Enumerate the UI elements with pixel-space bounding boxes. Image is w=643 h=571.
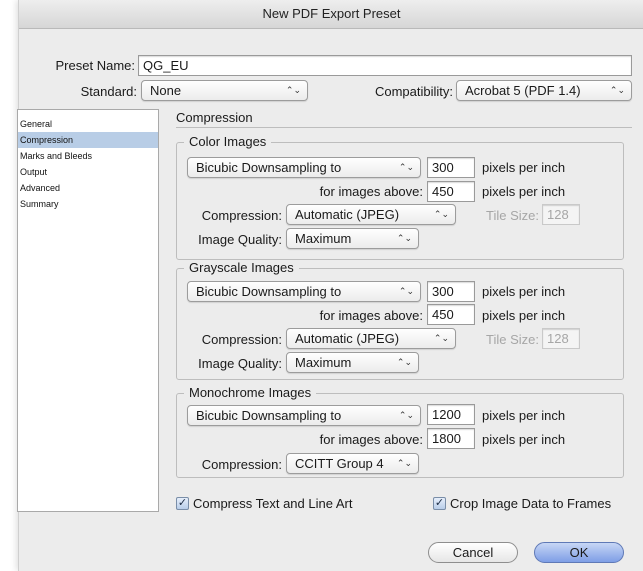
sidebar-item-general[interactable]: General [18,116,158,132]
chevron-updown-icon: ⌃⌄ [396,233,412,243]
color-above-label: for images above: [319,184,423,199]
gray-quality-value: Maximum [295,355,352,370]
crop-image-label: Crop Image Data to Frames [450,496,612,511]
sidebar-nav: General Compression Marks and Bleeds Out… [17,109,159,512]
sidebar-item-compression[interactable]: Compression [18,132,158,148]
ok-button[interactable]: OK [534,542,624,563]
gray-quality-select[interactable]: Maximum ⌃⌄ [286,352,419,373]
gray-above-label: for images above: [319,308,423,323]
standard-label: Standard: [80,84,137,99]
mono-downsample-select[interactable]: Bicubic Downsampling to ⌃⌄ [187,405,421,426]
mono-downsample-value: Bicubic Downsampling to [196,408,342,423]
mono-ppi-field[interactable]: 1200 [427,404,475,425]
crop-image-checkbox[interactable]: ✓ [433,497,446,510]
color-images-title: Color Images [184,134,272,150]
gray-above-unit: pixels per inch [482,308,566,323]
color-compression-label: Compression: [201,208,282,223]
chevron-updown-icon: ⌃⌄ [398,286,414,296]
chevron-updown-icon: ⌃⌄ [396,357,412,367]
preset-name-field[interactable]: QG_EU [138,55,632,76]
gray-compression-value: Automatic (JPEG) [295,331,400,346]
gray-quality-label: Image Quality: [198,356,282,371]
mono-compression-select[interactable]: CCITT Group 4 ⌃⌄ [286,453,419,474]
sidebar-item-summary[interactable]: Summary [18,196,158,212]
preset-name-label: Preset Name: [55,58,135,73]
chevron-updown-icon: ⌃⌄ [285,85,301,95]
color-above-unit: pixels per inch [482,184,566,199]
compress-text-label: Compress Text and Line Art [193,496,353,511]
color-compression-select[interactable]: Automatic (JPEG) ⌃⌄ [286,204,456,225]
gray-tile-label: Tile Size: [486,332,539,347]
chevron-updown-icon: ⌃⌄ [396,458,412,468]
color-quality-label: Image Quality: [198,232,282,247]
mono-compression-value: CCITT Group 4 [295,456,384,471]
chevron-updown-icon: ⌃⌄ [398,410,414,420]
panel-title: Compression [176,110,253,125]
cancel-button[interactable]: Cancel [428,542,518,563]
compress-text-checkbox[interactable]: ✓ [176,497,189,510]
standard-select[interactable]: None ⌃⌄ [141,80,308,101]
monochrome-images-title: Monochrome Images [184,385,317,401]
chevron-updown-icon: ⌃⌄ [398,162,414,172]
chevron-updown-icon: ⌃⌄ [433,209,449,219]
mono-above-field[interactable]: 1800 [427,428,475,449]
mono-ppi-unit: pixels per inch [482,408,566,423]
gray-downsample-select[interactable]: Bicubic Downsampling to ⌃⌄ [187,281,421,302]
chevron-updown-icon: ⌃⌄ [609,85,625,95]
color-compression-value: Automatic (JPEG) [295,207,400,222]
standard-select-value: None [150,83,182,98]
color-downsample-select[interactable]: Bicubic Downsampling to ⌃⌄ [187,157,421,178]
color-ppi-field[interactable]: 300 [427,157,475,178]
mono-compression-label: Compression: [201,457,282,472]
sidebar-item-advanced[interactable]: Advanced [18,180,158,196]
color-downsample-value: Bicubic Downsampling to [196,160,342,175]
mono-above-unit: pixels per inch [482,432,566,447]
color-quality-value: Maximum [295,231,352,246]
color-quality-select[interactable]: Maximum ⌃⌄ [286,228,419,249]
gray-compression-select[interactable]: Automatic (JPEG) ⌃⌄ [286,328,456,349]
color-tile-label: Tile Size: [486,208,539,223]
gray-ppi-unit: pixels per inch [482,284,566,299]
gray-compression-label: Compression: [201,332,282,347]
gray-above-field[interactable]: 450 [427,304,475,325]
compatibility-select-value: Acrobat 5 (PDF 1.4) [465,83,581,98]
checkmark-icon: ✓ [177,497,188,509]
grayscale-images-title: Grayscale Images [184,260,299,276]
gray-downsample-value: Bicubic Downsampling to [196,284,342,299]
gray-tile-field[interactable]: 128 [542,328,580,349]
color-tile-field[interactable]: 128 [542,204,580,225]
checkmark-icon: ✓ [434,497,445,509]
sidebar-item-output[interactable]: Output [18,164,158,180]
mono-above-label: for images above: [319,432,423,447]
chevron-updown-icon: ⌃⌄ [433,333,449,343]
gray-ppi-field[interactable]: 300 [427,281,475,302]
compatibility-select[interactable]: Acrobat 5 (PDF 1.4) ⌃⌄ [456,80,632,101]
panel-divider [176,127,632,128]
color-above-field[interactable]: 450 [427,181,475,202]
compatibility-label: Compatibility: [374,84,453,99]
window-title: New PDF Export Preset [19,0,643,29]
color-ppi-unit: pixels per inch [482,160,566,175]
sidebar-item-marks-and-bleeds[interactable]: Marks and Bleeds [18,148,158,164]
